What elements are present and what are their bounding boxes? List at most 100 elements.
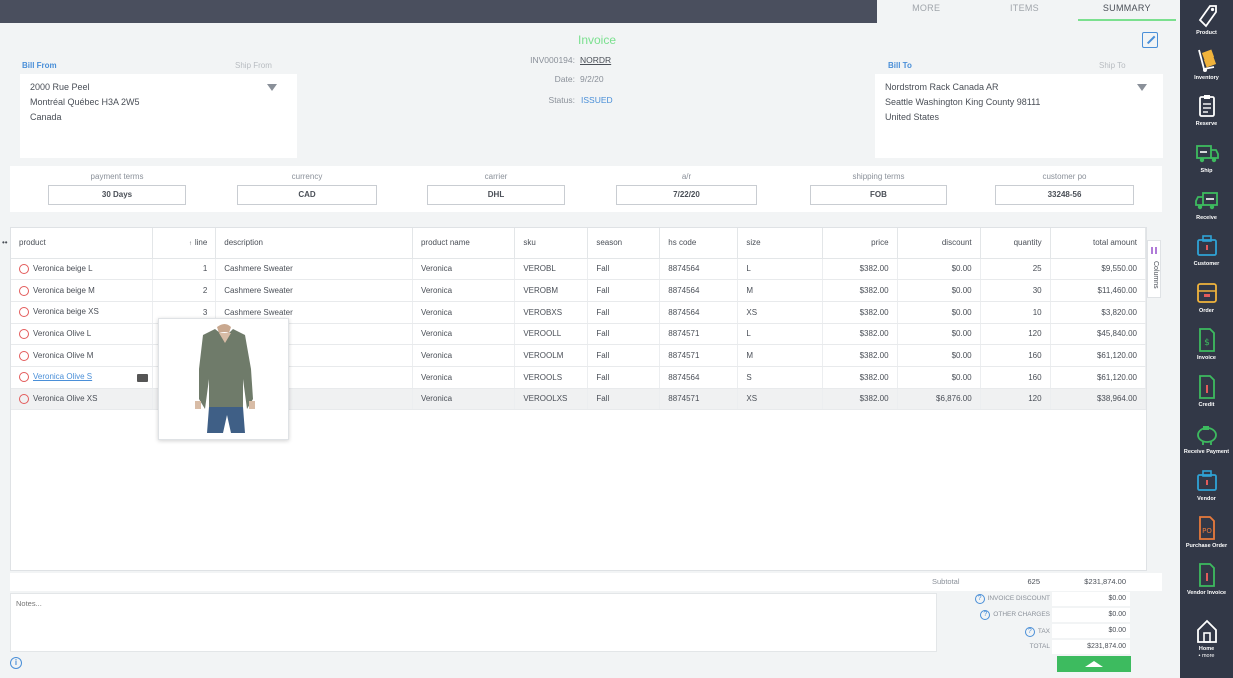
cell-quantity[interactable]: 160 — [980, 344, 1051, 367]
sidebar-item-customer[interactable]: Customer — [1180, 233, 1233, 267]
shipping-terms-field[interactable]: FOB — [810, 185, 947, 205]
cell-season[interactable]: Fall — [587, 388, 661, 411]
tab-summary[interactable]: SUMMARY — [1077, 0, 1176, 21]
product-link[interactable]: Veronica Olive S — [33, 372, 92, 381]
currency-field[interactable]: CAD — [237, 185, 377, 205]
status-ring-icon[interactable] — [19, 307, 29, 318]
cell-quantity[interactable]: 120 — [980, 323, 1051, 346]
invoice-number-value[interactable]: NORDR — [580, 55, 611, 65]
cell-line[interactable]: 2 — [152, 279, 217, 302]
cell-season[interactable]: Fall — [587, 301, 661, 324]
cell-price[interactable]: $382.00 — [821, 301, 898, 324]
col-header-size[interactable]: size — [737, 228, 823, 259]
cell-product[interactable]: Veronica Olive L — [11, 323, 154, 346]
status-ring-icon[interactable] — [19, 350, 29, 361]
sidebar-item-receive-payment[interactable]: Receive Payment — [1180, 421, 1233, 455]
image-preview-icon[interactable] — [137, 374, 148, 382]
col-header-description[interactable]: description — [215, 228, 413, 259]
col-header-sku[interactable]: sku — [514, 228, 589, 259]
sidebar-item-receive[interactable]: Receive — [1180, 187, 1233, 221]
cell-total-amount[interactable]: $38,964.00 — [1050, 388, 1147, 411]
col-header-product[interactable]: product — [11, 228, 154, 259]
cell-hs-code[interactable]: 8874564 — [659, 366, 739, 389]
cell-size[interactable]: L — [737, 323, 823, 346]
sidebar-item-purchase-order[interactable]: PO Purchase Order — [1180, 515, 1233, 549]
sidebar-item-inventory[interactable]: Inventory — [1180, 47, 1233, 81]
cell-line[interactable]: 1 — [152, 258, 217, 281]
ship-from-label[interactable]: Ship From — [235, 61, 272, 70]
cell-product[interactable]: Veronica Olive XS — [11, 388, 154, 411]
cell-product-name[interactable]: Veronica — [412, 258, 516, 281]
tab-items[interactable]: ITEMS — [975, 0, 1073, 23]
sidebar-item-credit[interactable]: Credit — [1180, 374, 1233, 408]
cell-season[interactable]: Fall — [587, 279, 661, 302]
invoice-discount-value[interactable]: $0.00 — [1052, 592, 1130, 606]
cell-price[interactable]: $382.00 — [821, 344, 898, 367]
payment-terms-field[interactable]: 30 Days — [48, 185, 186, 205]
cell-total-amount[interactable]: $61,120.00 — [1050, 344, 1147, 367]
sidebar-item-reserve[interactable]: Reserve — [1180, 93, 1233, 127]
cell-quantity[interactable]: 120 — [980, 388, 1051, 411]
tab-more[interactable]: MORE — [877, 0, 975, 23]
cell-size[interactable]: S — [737, 366, 823, 389]
status-ring-icon[interactable] — [19, 328, 29, 339]
cell-sku[interactable]: VEROOLL — [514, 323, 589, 346]
cell-hs-code[interactable]: 8874564 — [659, 279, 739, 302]
cell-total-amount[interactable]: $9,550.00 — [1050, 258, 1147, 281]
cell-discount[interactable]: $0.00 — [897, 344, 981, 367]
cell-product[interactable]: Veronica beige M — [11, 279, 154, 302]
collapse-up-button[interactable] — [1057, 656, 1131, 672]
sidebar-item-product[interactable]: Product — [1180, 2, 1233, 36]
cell-hs-code[interactable]: 8874564 — [659, 301, 739, 324]
status-ring-icon[interactable] — [19, 372, 29, 383]
carrier-field[interactable]: DHL — [427, 185, 565, 205]
col-header-season[interactable]: season — [587, 228, 661, 259]
cell-season[interactable]: Fall — [587, 344, 661, 367]
cell-sku[interactable]: VEROBM — [514, 279, 589, 302]
cell-total-amount[interactable]: $11,460.00 — [1050, 279, 1147, 302]
cell-price[interactable]: $382.00 — [821, 388, 898, 411]
help-icon[interactable]: ? — [980, 610, 991, 620]
status-ring-icon[interactable] — [19, 263, 29, 274]
help-icon[interactable]: ? — [974, 594, 985, 604]
col-header-product-name[interactable]: product name — [412, 228, 516, 259]
ar-field[interactable]: 7/22/20 — [616, 185, 757, 205]
cell-total-amount[interactable]: $45,840.00 — [1050, 323, 1147, 346]
bill-to-label[interactable]: Bill To — [888, 61, 912, 70]
cell-product[interactable]: Veronica beige L — [11, 258, 154, 281]
status-ring-icon[interactable] — [19, 393, 29, 404]
notes-input[interactable] — [10, 593, 937, 652]
cell-discount[interactable]: $0.00 — [897, 258, 981, 281]
row-drag-handle[interactable]: •• — [2, 238, 8, 247]
bill-from-dropdown-icon[interactable] — [267, 84, 277, 91]
cell-sku[interactable]: VEROBL — [514, 258, 589, 281]
col-header-hs-code[interactable]: hs code — [659, 228, 739, 259]
cell-size[interactable]: L — [737, 258, 823, 281]
cell-discount[interactable]: $0.00 — [897, 366, 981, 389]
table-row[interactable]: Veronica beige L 1 Cashmere Sweater Vero… — [11, 258, 1147, 281]
cell-total-amount[interactable]: $3,820.00 — [1050, 301, 1147, 324]
cell-sku[interactable]: VEROBXS — [514, 301, 589, 324]
tax-value[interactable]: $0.00 — [1052, 624, 1130, 638]
col-header-discount[interactable]: discount — [897, 228, 981, 259]
info-icon[interactable]: i — [10, 657, 22, 669]
cell-price[interactable]: $382.00 — [821, 279, 898, 302]
col-header-price[interactable]: price — [821, 228, 898, 259]
cell-product-name[interactable]: Veronica — [412, 388, 516, 411]
cell-sku[interactable]: VEROOLM — [514, 344, 589, 367]
cell-quantity[interactable]: 25 — [980, 258, 1051, 281]
cell-product-name[interactable]: Veronica — [412, 344, 516, 367]
cell-discount[interactable]: $0.00 — [897, 323, 981, 346]
cell-season[interactable]: Fall — [587, 323, 661, 346]
cell-hs-code[interactable]: 8874571 — [659, 388, 739, 411]
cell-discount[interactable]: $0.00 — [897, 279, 981, 302]
cell-total-amount[interactable]: $61,120.00 — [1050, 366, 1147, 389]
cell-sku[interactable]: VEROOLXS — [514, 388, 589, 411]
cell-product[interactable]: Veronica Olive M — [11, 344, 154, 367]
sidebar-item-order[interactable]: Order — [1180, 280, 1233, 314]
cell-sku[interactable]: VEROOLS — [514, 366, 589, 389]
edit-icon[interactable] — [1142, 32, 1158, 48]
cell-product-name[interactable]: Veronica — [412, 279, 516, 302]
cell-price[interactable]: $382.00 — [821, 366, 898, 389]
cell-discount[interactable]: $6,876.00 — [897, 388, 981, 411]
